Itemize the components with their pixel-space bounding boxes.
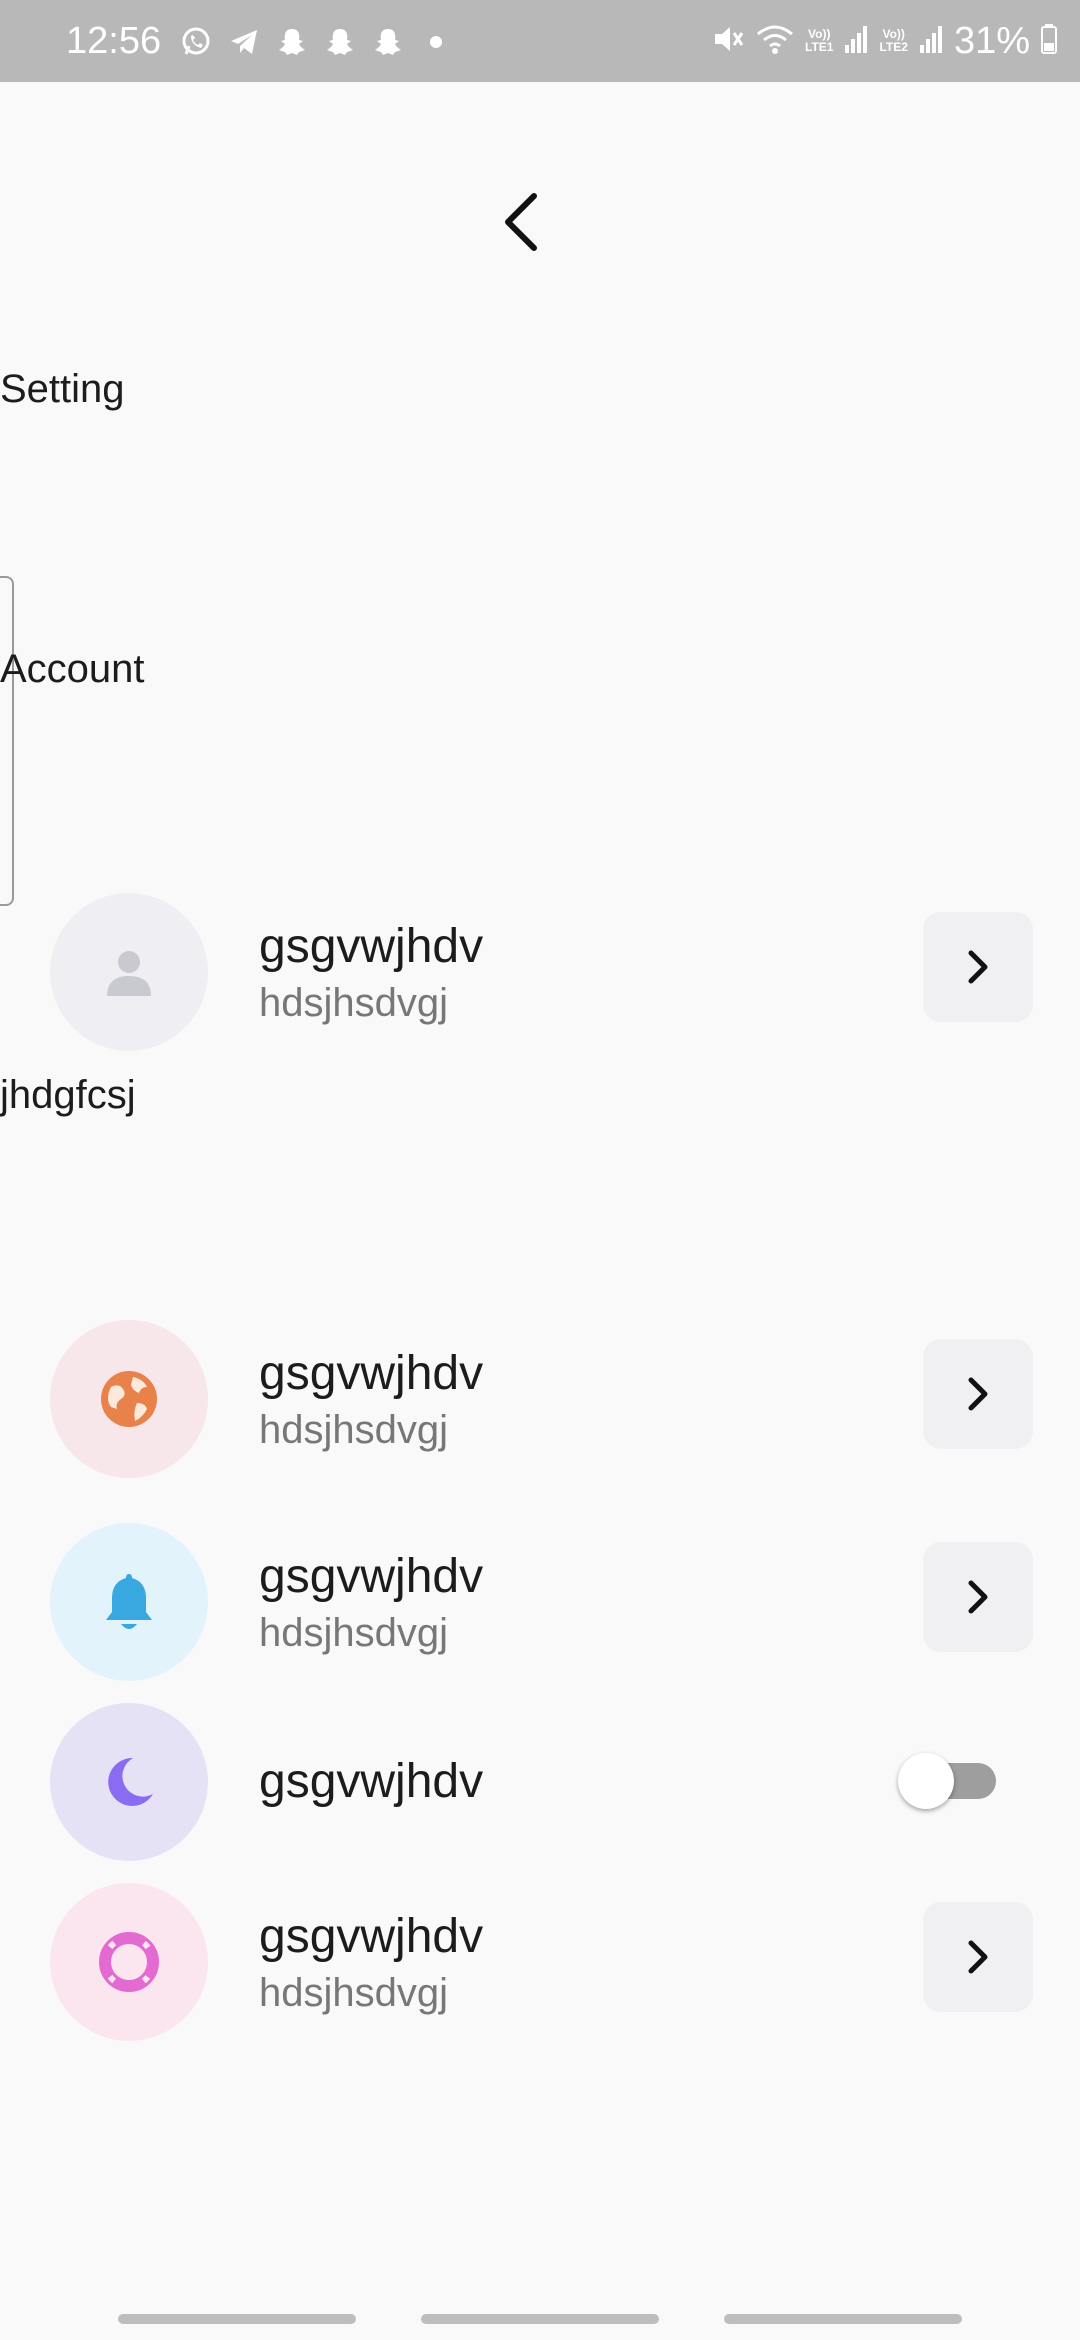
dark-mode-icon-circle (50, 1703, 208, 1861)
page-title: Setting (0, 367, 125, 411)
settings-row-help[interactable]: gsgvwjhdv hdsjhsdvgj (0, 1883, 1080, 2043)
chevron-left-icon (505, 193, 537, 251)
telegram-icon (224, 22, 264, 62)
snapchat-icon (320, 22, 360, 62)
whatsapp-icon (176, 22, 216, 62)
person-icon (107, 951, 151, 996)
nav-back-handle[interactable] (724, 2314, 962, 2324)
chevron-right-icon (968, 1940, 988, 1974)
language-open-button[interactable] (923, 1339, 1033, 1449)
back-button[interactable] (490, 180, 554, 264)
settings-row-subtitle: hdsjhsdvgj (259, 1611, 449, 1655)
account-section-label: Account (0, 647, 145, 691)
settings-row-language[interactable]: gsgvwjhdv hdsjhsdvgj (0, 1320, 1080, 1480)
signal-1-icon (843, 23, 869, 60)
toggle-thumb (898, 1753, 954, 1809)
settings-row-dark-mode: gsgvwjhdv (0, 1703, 1080, 1863)
mute-icon (711, 22, 745, 61)
settings-row-notifications[interactable]: gsgvwjhdv hdsjhsdvgj (0, 1523, 1080, 1683)
lte2-indicator: Vo)) LTE2 (879, 27, 908, 54)
status-indicators: Vo)) LTE1 Vo)) LTE2 31% (711, 18, 1058, 64)
nav-home-handle[interactable] (421, 2314, 659, 2324)
dark-mode-toggle[interactable] (898, 1753, 1000, 1809)
chevron-right-icon (968, 950, 988, 984)
language-icon-circle (50, 1320, 208, 1478)
chevron-right-icon (968, 1377, 988, 1411)
settings-row-title: gsgvwjhdv (259, 1910, 484, 1963)
battery-percent: 31% (953, 20, 1030, 62)
nav-recents-handle[interactable] (118, 2314, 356, 2324)
account-card-border (0, 576, 14, 906)
account-row-subtitle: hdsjhsdvgj (259, 981, 449, 1025)
dot-icon (416, 22, 456, 62)
status-time: 12:56 (66, 20, 162, 62)
signal-2-icon (918, 23, 944, 60)
status-app-icons (176, 22, 456, 62)
settings-group-label: jhdgfcsj (0, 1073, 136, 1117)
wifi-icon (755, 22, 795, 61)
snapchat-icon (368, 22, 408, 62)
account-open-button[interactable] (923, 912, 1033, 1022)
globe-icon (101, 1371, 157, 1427)
settings-row-title: gsgvwjhdv (259, 1755, 484, 1808)
account-row-title: gsgvwjhdv (259, 920, 484, 973)
settings-row-subtitle: hdsjhsdvgj (259, 1971, 449, 2015)
notifications-icon-circle (50, 1523, 208, 1681)
account-row[interactable]: gsgvwjhdv hdsjhsdvgj (0, 893, 1080, 1053)
snapchat-icon (272, 22, 312, 62)
settings-row-title: gsgvwjhdv (259, 1347, 484, 1400)
bell-icon (106, 1574, 152, 1629)
battery-icon (1040, 23, 1058, 60)
moon-icon (108, 1757, 153, 1806)
help-open-button[interactable] (923, 1902, 1033, 2012)
lte1-indicator: Vo)) LTE1 (805, 27, 834, 54)
settings-row-subtitle: hdsjhsdvgj (259, 1408, 449, 1452)
chevron-right-icon (968, 1580, 988, 1614)
lifebuoy-icon (99, 1932, 159, 1992)
notifications-open-button[interactable] (923, 1542, 1033, 1652)
help-icon-circle (50, 1883, 208, 2041)
avatar (50, 893, 208, 1051)
status-bar: 12:56 Vo)) LTE1 Vo)) LTE2 31% (0, 0, 1080, 82)
settings-row-title: gsgvwjhdv (259, 1550, 484, 1603)
